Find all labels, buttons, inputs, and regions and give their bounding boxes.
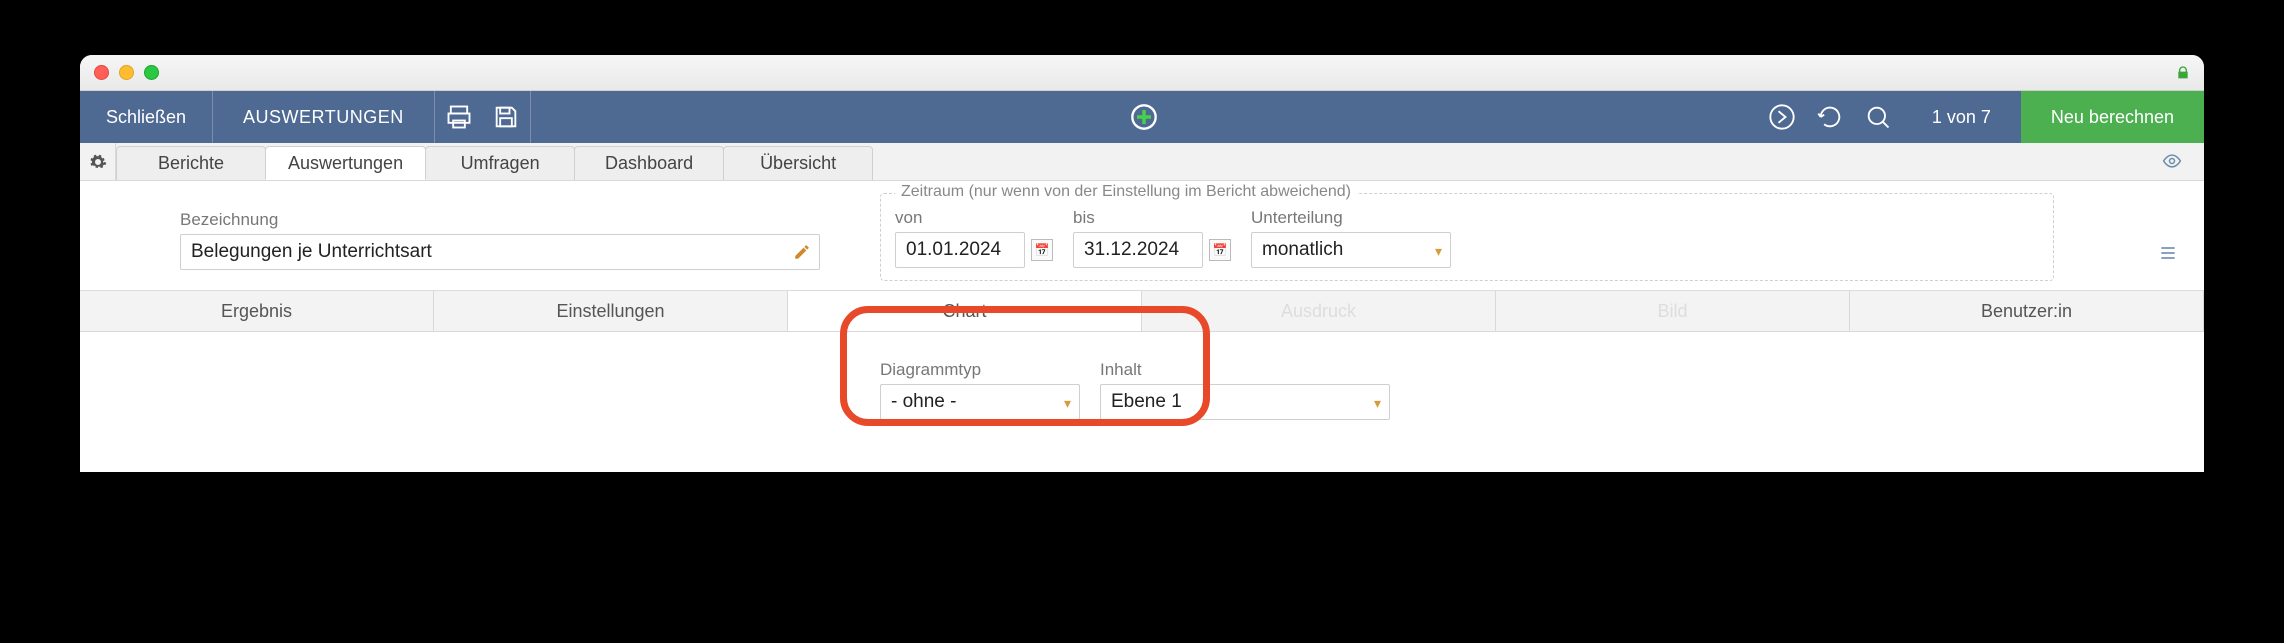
window-close-icon[interactable] xyxy=(94,65,109,80)
von-label: von xyxy=(895,208,1053,228)
close-button[interactable]: Schließen xyxy=(80,91,213,143)
bezeichnung-label: Bezeichnung xyxy=(180,210,820,230)
zeitraum-fieldset: Zeitraum (nur wenn von der Einstellung i… xyxy=(880,193,2054,281)
chevron-down-icon: ▾ xyxy=(1435,243,1442,260)
bis-label: bis xyxy=(1073,208,1231,228)
refresh-button[interactable] xyxy=(1806,91,1854,143)
printer-icon xyxy=(445,103,473,131)
arrow-circle-icon xyxy=(1768,103,1796,131)
diagrammtyp-label: Diagrammtyp xyxy=(880,360,1080,380)
record-counter: 1 von 7 xyxy=(1902,91,2021,143)
window-zoom-icon[interactable] xyxy=(144,65,159,80)
inhalt-field: Inhalt Ebene 1 ▾ xyxy=(1100,360,1390,420)
chevron-down-icon: ▾ xyxy=(1064,395,1071,412)
subtab-ergebnis[interactable]: Ergebnis xyxy=(80,291,434,331)
calendar-icon[interactable]: 📅 xyxy=(1031,239,1053,261)
diagrammtyp-select[interactable]: - ohne - ▾ xyxy=(880,384,1080,420)
save-button[interactable] xyxy=(483,91,531,143)
add-button[interactable] xyxy=(1120,91,1168,143)
window-controls xyxy=(94,65,159,80)
inhalt-select[interactable]: Ebene 1 ▾ xyxy=(1100,384,1390,420)
settings-gear-button[interactable] xyxy=(80,143,116,180)
nav-tabs: Berichte Auswertungen Umfragen Dashboard… xyxy=(80,143,2204,181)
app-window: Schließen AUSWERTUNGEN 1 von 7 Neu berec… xyxy=(80,55,2204,472)
inhalt-label: Inhalt xyxy=(1100,360,1390,380)
tab-auswertungen[interactable]: Auswertungen xyxy=(265,146,426,180)
tab-uebersicht[interactable]: Übersicht xyxy=(723,146,873,180)
chart-panel: Diagrammtyp - ohne - ▾ Inhalt Ebene 1 ▾ xyxy=(80,332,2204,472)
list-icon xyxy=(2156,243,2180,263)
save-icon xyxy=(492,103,520,131)
bis-input[interactable]: 31.12.2024 xyxy=(1073,232,1203,268)
bezeichnung-input[interactable]: Belegungen je Unterrichtsart xyxy=(180,234,820,270)
von-input[interactable]: 01.01.2024 xyxy=(895,232,1025,268)
chevron-down-icon: ▾ xyxy=(1374,395,1381,412)
window-titlebar xyxy=(80,55,2204,91)
subtab-ausdruck[interactable]: Ausdruck xyxy=(1142,291,1496,331)
unterteilung-select[interactable]: monatlich ▾ xyxy=(1251,232,1451,268)
recalculate-label: Neu berechnen xyxy=(2051,107,2174,128)
eye-icon xyxy=(2159,151,2185,171)
tab-dashboard[interactable]: Dashboard xyxy=(574,146,724,180)
print-button[interactable] xyxy=(435,91,483,143)
forward-button[interactable] xyxy=(1758,91,1806,143)
calendar-icon[interactable]: 📅 xyxy=(1209,239,1231,261)
subtab-bild[interactable]: Bild xyxy=(1496,291,1850,331)
plus-circle-icon xyxy=(1130,103,1158,131)
subtab-chart[interactable]: Chart xyxy=(788,291,1142,331)
diagrammtyp-field: Diagrammtyp - ohne - ▾ xyxy=(880,360,1080,420)
zeitraum-legend: Zeitraum (nur wenn von der Einstellung i… xyxy=(895,183,1357,201)
window-minimize-icon[interactable] xyxy=(119,65,134,80)
tab-berichte[interactable]: Berichte xyxy=(116,146,266,180)
unterteilung-label: Unterteilung xyxy=(1251,208,1451,228)
module-title: AUSWERTUNGEN xyxy=(213,91,435,143)
main-ribbon: Schließen AUSWERTUNGEN 1 von 7 Neu berec… xyxy=(80,91,2204,143)
filter-panel: Bezeichnung Belegungen je Unterrichtsart… xyxy=(80,181,2204,291)
visibility-button[interactable] xyxy=(2158,149,2186,173)
subtab-benutzer[interactable]: Benutzer:in xyxy=(1850,291,2204,331)
refresh-icon xyxy=(1816,103,1844,131)
search-button[interactable] xyxy=(1854,91,1902,143)
gear-icon xyxy=(89,153,107,171)
tab-umfragen[interactable]: Umfragen xyxy=(425,146,575,180)
close-button-label: Schließen xyxy=(106,107,186,128)
sub-tabs: Ergebnis Einstellungen Chart Ausdruck Bi… xyxy=(80,291,2204,332)
lock-icon xyxy=(2174,63,2192,83)
edit-icon[interactable] xyxy=(793,243,811,267)
recalculate-button[interactable]: Neu berechnen xyxy=(2021,91,2204,143)
bezeichnung-field: Bezeichnung Belegungen je Unterrichtsart xyxy=(180,210,820,270)
search-icon xyxy=(1864,103,1892,131)
list-view-button[interactable] xyxy=(2154,241,2182,265)
subtab-einstellungen[interactable]: Einstellungen xyxy=(434,291,788,331)
